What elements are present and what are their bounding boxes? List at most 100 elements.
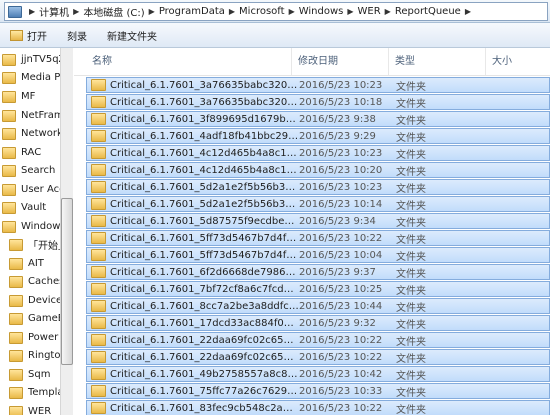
chevron-right-icon[interactable]: ▶ <box>225 7 239 16</box>
nav-item-gameexplorer[interactable]: GameE <box>9 310 64 327</box>
breadcrumb-microsoft[interactable]: ▶ Microsoft <box>225 6 285 17</box>
file-row[interactable]: Critical_6.1.7601_17dcd33ac884f0bd9... 20… <box>86 315 550 331</box>
file-row[interactable]: Critical_6.1.7601_5ff73d5467b7d4f53a... 2… <box>86 247 550 263</box>
folder-icon <box>9 275 23 288</box>
file-type: 文件夹 <box>396 319 426 331</box>
file-row[interactable]: Critical_6.1.7601_5ff73d5467b7d4f53a... 2… <box>86 230 550 246</box>
burn-button[interactable]: 刻录 <box>57 25 97 45</box>
file-type: 文件夹 <box>396 353 426 365</box>
file-name: Critical_6.1.7601_49b2758557a8c8baa... <box>110 368 299 380</box>
file-date: 2016/5/23 9:29 <box>299 130 376 142</box>
column-header-date[interactable]: 修改日期 <box>292 48 389 75</box>
nav-item-device[interactable]: Device <box>9 292 62 309</box>
nav-item-jjntv5qz[interactable]: jjnTV5qZ <box>2 51 65 68</box>
file-row[interactable]: Critical_6.1.7601_3a76635babc320a4a... 20… <box>86 77 550 93</box>
file-type: 文件夹 <box>396 115 426 127</box>
file-type: 文件夹 <box>396 285 426 297</box>
nav-item-mf[interactable]: MF <box>2 88 35 105</box>
nav-item-user-account[interactable]: User Acc <box>2 181 65 198</box>
nav-item-label: Caches <box>28 276 65 287</box>
file-row[interactable]: Critical_6.1.7601_49b2758557a8c8baa... 20… <box>86 366 550 382</box>
folder-icon <box>2 127 16 140</box>
file-name: Critical_6.1.7601_5d2a1e2f5b56b362b... <box>110 181 299 193</box>
nav-item-templates[interactable]: Templa <box>9 384 64 401</box>
nav-item-media-player[interactable]: Media P <box>2 69 60 86</box>
nav-item-netframework[interactable]: NetFram <box>2 107 64 124</box>
file-row[interactable]: Critical_6.1.7601_3a76635babc320a4a... 20… <box>86 94 550 110</box>
file-type: 文件夹 <box>396 217 426 229</box>
chevron-right-icon[interactable]: ▶ <box>285 7 299 16</box>
breadcrumb-local-disk[interactable]: ▶ 本地磁盘 (C:) <box>69 4 145 19</box>
file-type: 文件夹 <box>396 166 426 178</box>
nav-item-rac[interactable]: RAC <box>2 144 41 161</box>
file-row[interactable]: Critical_6.1.7601_7bf72cf8a6c7fcd264... 2… <box>86 281 550 297</box>
nav-item-caches[interactable]: Caches <box>9 273 64 290</box>
file-name: Critical_6.1.7601_3a76635babc320a4a... <box>110 96 299 108</box>
column-header-name[interactable]: 名称 <box>74 48 292 75</box>
file-date: 2016/5/23 10:25 <box>299 283 383 295</box>
open-button[interactable]: 打开 <box>0 25 57 45</box>
nav-item-label: RAC <box>21 147 42 158</box>
nav-item-power[interactable]: Power <box>9 329 58 346</box>
file-name: Critical_6.1.7601_22daa69fc02c655c4... <box>110 334 299 346</box>
column-header-size[interactable]: 大小 <box>486 48 550 75</box>
file-date: 2016/5/23 10:20 <box>299 164 383 176</box>
chevron-right-icon[interactable]: ▶ <box>145 7 159 16</box>
file-row[interactable]: Critical_6.1.7601_3f899695d1679bb8a... 20… <box>86 111 550 127</box>
file-row[interactable]: Critical_6.1.7601_5d87575f9ecdbe20e... 20… <box>86 213 550 229</box>
breadcrumb-label: Microsoft <box>239 6 285 17</box>
nav-item-ringtones[interactable]: Ringto <box>9 347 60 364</box>
chevron-right-icon[interactable]: ▶ <box>381 7 395 16</box>
file-type: 文件夹 <box>396 268 426 280</box>
folder-icon <box>2 201 16 214</box>
chevron-right-icon[interactable]: ▶ <box>343 7 357 16</box>
file-row[interactable]: Critical_6.1.7601_22daa69fc02c655c4... 20… <box>86 349 550 365</box>
nav-item-wer[interactable]: WER <box>9 403 51 415</box>
nav-item-ait[interactable]: AIT <box>9 255 44 272</box>
file-row[interactable]: Critical_6.1.7601_5d2a1e2f5b56b362b... 20… <box>86 196 550 212</box>
chevron-right-icon[interactable]: ▶ <box>25 7 39 16</box>
file-date: 2016/5/23 10:44 <box>299 300 383 312</box>
file-date: 2016/5/23 9:37 <box>299 266 376 278</box>
nav-item-label: WER <box>28 406 52 415</box>
nav-item-network[interactable]: Network <box>2 125 63 142</box>
file-type: 文件夹 <box>396 200 426 212</box>
nav-item-search[interactable]: Search <box>2 162 55 179</box>
chevron-right-icon[interactable]: ▶ <box>69 7 83 16</box>
nav-item-sqm[interactable]: Sqm <box>9 366 50 383</box>
new-folder-button[interactable]: 新建文件夹 <box>97 25 167 45</box>
breadcrumb-reportqueue[interactable]: ▶ ReportQueue ▶ <box>381 6 475 17</box>
nav-item-label: Power <box>28 332 59 343</box>
file-row[interactable]: Critical_6.1.7601_75ffc77a26c7629f55... 2… <box>86 383 550 399</box>
file-row[interactable]: Critical_6.1.7601_4c12d465b4a8c1303... 20… <box>86 162 550 178</box>
file-date: 2016/5/23 10:23 <box>299 181 383 193</box>
file-row[interactable]: Critical_6.1.7601_83fec9cb548c2a71fc... 2… <box>86 400 550 415</box>
file-row[interactable]: Critical_6.1.7601_4adf18fb41bbc291f2... 2… <box>86 128 550 144</box>
breadcrumb-programdata[interactable]: ▶ ProgramData <box>145 6 225 17</box>
folder-icon <box>91 368 106 380</box>
folder-icon <box>9 405 23 415</box>
nav-item-windows[interactable]: Windows <box>2 218 66 235</box>
nav-item-vault[interactable]: Vault <box>2 199 46 216</box>
file-row[interactable]: Critical_6.1.7601_5d2a1e2f5b56b362b... 20… <box>86 179 550 195</box>
open-label: 打开 <box>27 31 47 43</box>
chevron-right-icon[interactable]: ▶ <box>461 7 475 16</box>
file-type: 文件夹 <box>396 234 426 246</box>
folder-icon <box>9 238 23 251</box>
nav-item-label: AIT <box>28 258 44 269</box>
file-date: 2016/5/23 10:14 <box>299 198 383 210</box>
file-name: Critical_6.1.7601_5ff73d5467b7d4f53a... <box>110 232 299 244</box>
file-row[interactable]: Critical_6.1.7601_4c12d465b4a8c1303... 20… <box>86 145 550 161</box>
breadcrumb-windows[interactable]: ▶ Windows <box>285 6 344 17</box>
folder-icon <box>2 146 16 159</box>
file-row[interactable]: Critical_6.1.7601_22daa69fc02c655c4... 20… <box>86 332 550 348</box>
file-name: Critical_6.1.7601_3f899695d1679bb8a... <box>110 113 299 125</box>
breadcrumb-wer[interactable]: ▶ WER <box>343 6 380 17</box>
breadcrumb-computer[interactable]: ▶ 计算机 <box>25 4 69 19</box>
file-row[interactable]: Critical_6.1.7601_6f2d6668de7986f92... 20… <box>86 264 550 280</box>
column-header-type[interactable]: 类型 <box>389 48 486 75</box>
file-row[interactable]: Critical_6.1.7601_8cc7a2be3a8ddfcc1... 20… <box>86 298 550 314</box>
file-type: 文件夹 <box>396 149 426 161</box>
scrollbar-thumb[interactable] <box>61 198 73 365</box>
address-bar[interactable]: ▶ 计算机 ▶ 本地磁盘 (C:) ▶ ProgramData ▶ Microsoft … <box>4 2 548 21</box>
